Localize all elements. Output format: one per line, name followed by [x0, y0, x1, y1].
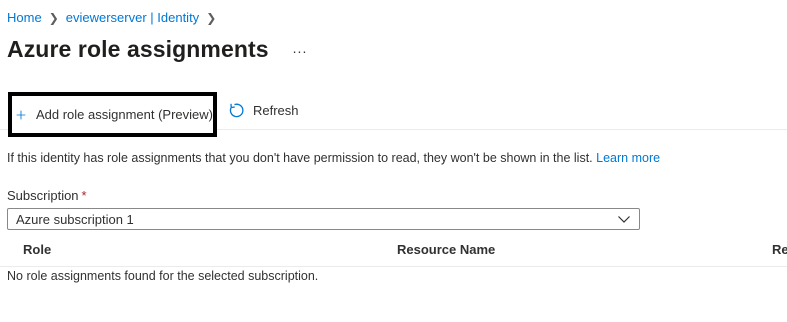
subscription-label: Subscription *: [7, 188, 87, 203]
toolbar: Add role assignment (Preview) Refresh: [0, 92, 787, 137]
column-header-resource-name[interactable]: Resource Name: [397, 242, 495, 257]
info-message: If this identity has role assignments th…: [7, 151, 660, 165]
chevron-right-icon: ❯: [48, 10, 59, 25]
add-role-assignment-label: Add role assignment (Preview): [35, 107, 213, 122]
page: Home ❯ eviewerserver | Identity ❯ Azure …: [0, 0, 787, 322]
subscription-label-text: Subscription: [7, 188, 79, 203]
title-row: Azure role assignments ...: [7, 36, 307, 63]
more-icon[interactable]: ...: [293, 40, 308, 56]
add-role-assignment-button[interactable]: Add role assignment (Preview): [8, 92, 217, 137]
refresh-button[interactable]: Refresh: [228, 100, 299, 120]
page-title: Azure role assignments: [7, 36, 269, 62]
breadcrumb-identity[interactable]: eviewerserver | Identity: [66, 10, 199, 25]
learn-more-link[interactable]: Learn more: [596, 151, 660, 165]
breadcrumb: Home ❯ eviewerserver | Identity ❯: [7, 10, 223, 25]
refresh-icon: [229, 103, 244, 117]
refresh-label: Refresh: [253, 102, 299, 118]
plus-icon: [16, 110, 26, 119]
info-message-text: If this identity has role assignments th…: [7, 151, 593, 165]
subscription-dropdown[interactable]: Azure subscription 1: [7, 208, 640, 230]
empty-state-message: No role assignments found for the select…: [7, 269, 319, 283]
chevron-right-icon: ❯: [206, 10, 217, 25]
breadcrumb-home[interactable]: Home: [7, 10, 42, 25]
chevron-down-icon: [618, 216, 630, 223]
table-header: Role Resource Name Re: [0, 235, 787, 267]
column-header-resource-type[interactable]: Re: [772, 242, 787, 257]
column-header-role[interactable]: Role: [23, 242, 51, 257]
subscription-value: Azure subscription 1: [16, 211, 134, 227]
required-indicator: *: [81, 188, 87, 203]
